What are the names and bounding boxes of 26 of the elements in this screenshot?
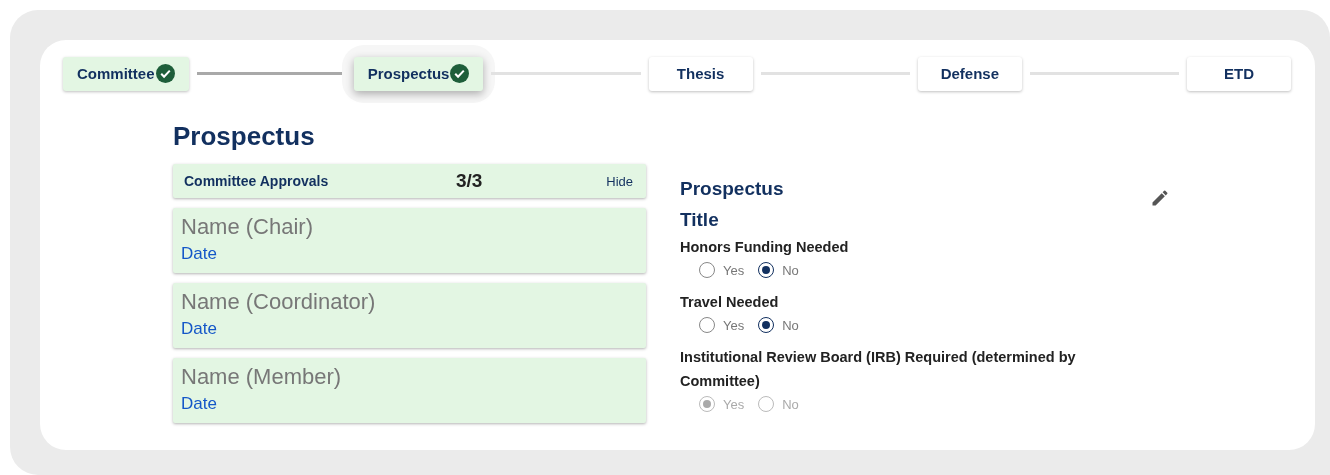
- check-icon: [155, 64, 175, 83]
- check-icon: [450, 64, 470, 83]
- member-name: Name (Member): [181, 364, 342, 390]
- question-label: Travel Needed: [680, 293, 780, 312]
- member-name: Name (Coordinator): [181, 289, 376, 315]
- step-tab[interactable]: Prospectus: [353, 56, 484, 91]
- member-date: Date: [181, 319, 217, 339]
- step-tab[interactable]: Committee: [63, 56, 189, 91]
- approvals-count: 3/3: [456, 170, 483, 192]
- prospectus-title-label: Prospectus Title: [680, 177, 785, 232]
- edit-icon[interactable]: [1150, 188, 1170, 208]
- step-tab[interactable]: ETD: [1187, 56, 1292, 91]
- question-label: Institutional Review Board (IRB) Required (determined by Committee): [680, 348, 1077, 391]
- page-heading: Prospectus: [173, 121, 316, 152]
- member-date: Date: [181, 394, 217, 414]
- hide-link[interactable]: Hide: [606, 173, 633, 189]
- radio-option[interactable]: Yes: [699, 317, 745, 333]
- step-tab[interactable]: Thesis: [648, 56, 753, 91]
- radio-option[interactable]: Yes: [699, 262, 745, 278]
- question-label: Honors Funding Needed: [680, 238, 850, 257]
- step-tab[interactable]: Defense: [917, 56, 1022, 91]
- approvals-title: Committee Approvals: [184, 173, 330, 189]
- radio-option[interactable]: No: [758, 262, 799, 278]
- member-date: Date: [181, 244, 217, 264]
- radio-option[interactable]: No: [758, 317, 799, 333]
- member-name: Name (Chair): [181, 214, 314, 240]
